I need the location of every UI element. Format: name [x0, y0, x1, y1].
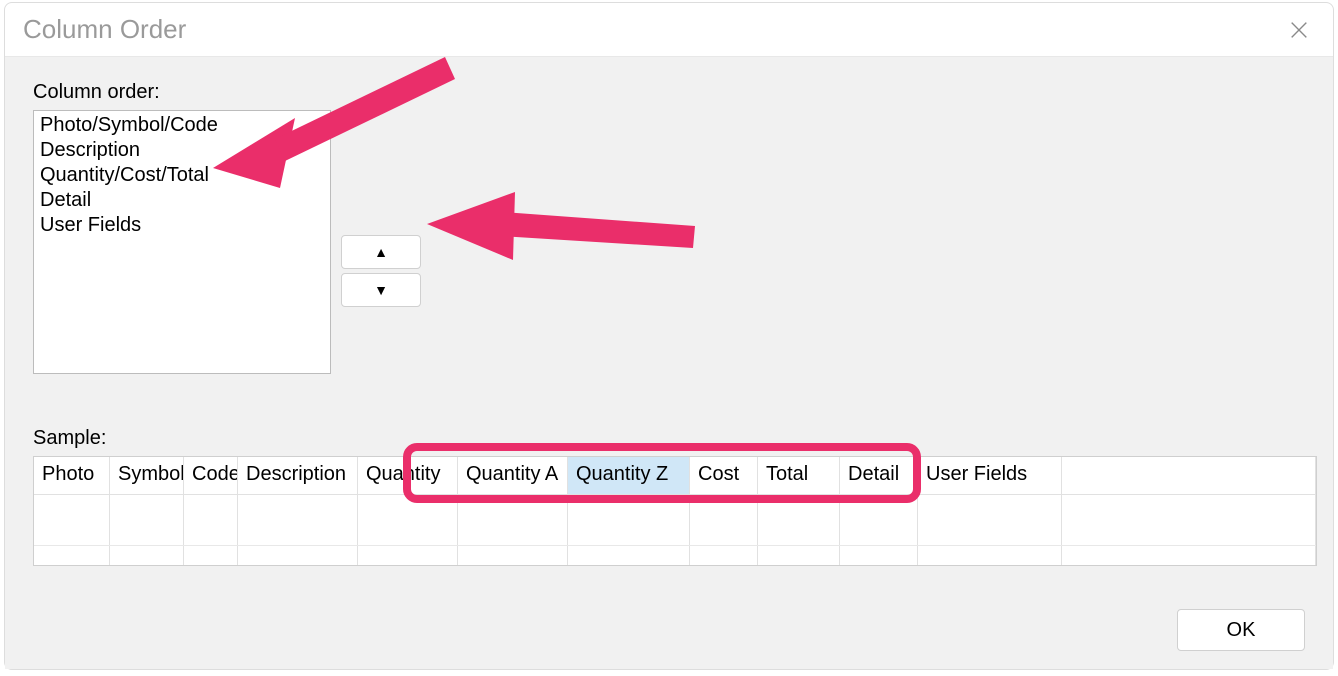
- table-cell: [758, 546, 840, 565]
- table-cell: [110, 546, 184, 565]
- close-button[interactable]: [1279, 10, 1319, 50]
- list-item[interactable]: Description: [40, 138, 324, 163]
- column-header[interactable]: Cost: [690, 457, 758, 495]
- column-header[interactable]: Detail: [840, 457, 918, 495]
- table-cell: [840, 546, 918, 565]
- triangle-up-icon: ▲: [374, 244, 388, 260]
- column-header[interactable]: Photo: [34, 457, 110, 495]
- column-header[interactable]: Description: [238, 457, 358, 495]
- column-header[interactable]: Quantity A: [458, 457, 568, 495]
- column-header[interactable]: Total: [758, 457, 840, 495]
- move-up-button[interactable]: ▲: [341, 235, 421, 269]
- table-cell: [690, 546, 758, 565]
- sample-table: Photo Symbol Code Description Quantity Q…: [33, 456, 1317, 566]
- table-cell: [238, 495, 358, 545]
- table-cell: [184, 495, 238, 545]
- column-header[interactable]: [1062, 457, 1316, 495]
- dialog-content: Column order: Photo/Symbol/Code Descript…: [5, 57, 1333, 669]
- column-order-listbox[interactable]: Photo/Symbol/Code Description Quantity/C…: [33, 110, 331, 374]
- table-cell: [1062, 495, 1316, 545]
- ok-button[interactable]: OK: [1177, 609, 1305, 651]
- table-cell: [840, 495, 918, 545]
- table-cell: [568, 495, 690, 545]
- table-cell: [110, 495, 184, 545]
- dialog-title: Column Order: [23, 14, 1279, 45]
- table-cell: [358, 546, 458, 565]
- titlebar: Column Order: [5, 3, 1333, 57]
- column-header[interactable]: Quantity: [358, 457, 458, 495]
- column-header[interactable]: Quantity Z: [568, 457, 690, 495]
- sample-label: Sample:: [33, 427, 1305, 450]
- table-cell: [358, 495, 458, 545]
- sample-section: Sample: Photo Symbol Code Description Qu…: [33, 427, 1305, 566]
- close-icon: [1288, 19, 1310, 41]
- table-cell: [758, 495, 840, 545]
- list-item[interactable]: User Fields: [40, 213, 324, 238]
- table-cell: [690, 495, 758, 545]
- column-order-label: Column order:: [33, 81, 1305, 104]
- column-order-dialog: Column Order Column order: Photo/Symbol/…: [4, 2, 1334, 670]
- ok-button-label: OK: [1227, 619, 1256, 642]
- column-header[interactable]: Symbol: [110, 457, 184, 495]
- reorder-buttons: ▲ ▼: [341, 235, 421, 307]
- table-cell: [918, 546, 1062, 565]
- table-cell: [918, 495, 1062, 545]
- column-header[interactable]: Code: [184, 457, 238, 495]
- table-cell: [184, 546, 238, 565]
- table-cell: [1062, 546, 1316, 565]
- move-down-button[interactable]: ▼: [341, 273, 421, 307]
- column-header[interactable]: User Fields: [918, 457, 1062, 495]
- table-cell: [458, 495, 568, 545]
- table-cell: [458, 546, 568, 565]
- list-item[interactable]: Photo/Symbol/Code: [40, 113, 324, 138]
- sample-body-row: [34, 495, 1316, 545]
- triangle-down-icon: ▼: [374, 282, 388, 298]
- table-cell: [568, 546, 690, 565]
- sample-header-row: Photo Symbol Code Description Quantity Q…: [34, 457, 1316, 495]
- table-cell: [34, 495, 110, 545]
- table-cell: [34, 546, 110, 565]
- list-item[interactable]: Quantity/Cost/Total: [40, 163, 324, 188]
- table-cell: [238, 546, 358, 565]
- sample-footer-row: [34, 545, 1316, 565]
- list-item[interactable]: Detail: [40, 188, 324, 213]
